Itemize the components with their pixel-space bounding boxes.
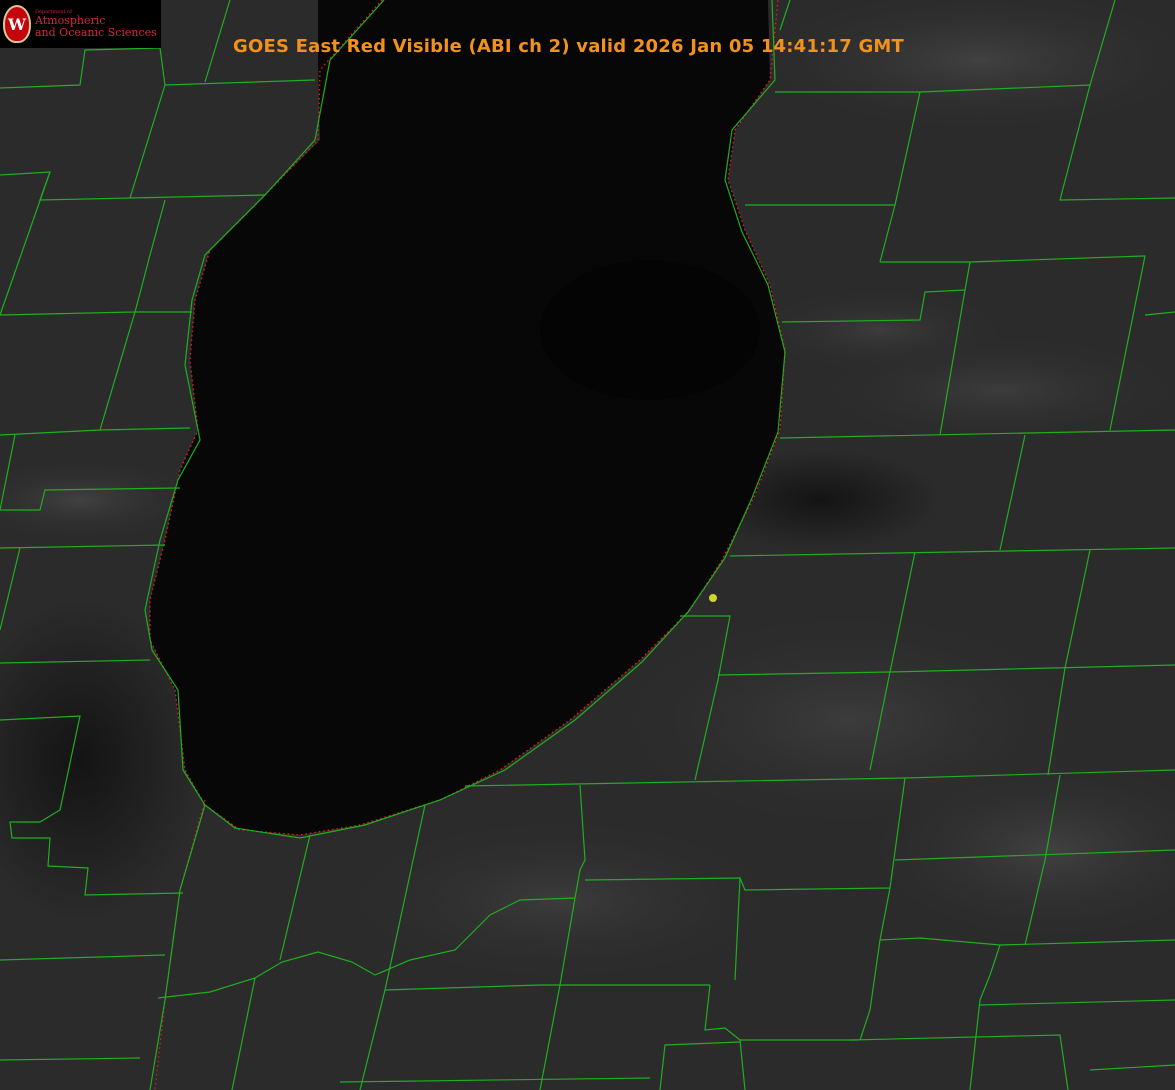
logo: W Department of Atmospheric and Oceanic … bbox=[0, 0, 161, 48]
logo-line-1: Atmospheric bbox=[35, 14, 106, 28]
logo-text: Department of Atmospheric and Oceanic Sc… bbox=[35, 9, 157, 39]
page-title: GOES East Red Visible (ABI ch 2) valid 2… bbox=[233, 36, 905, 57]
crest-letter: W bbox=[8, 14, 26, 34]
yellow-dot-marker bbox=[709, 594, 717, 602]
satellite-map bbox=[0, 0, 1175, 1090]
logo-line-2: and Oceanic Sciences bbox=[35, 25, 157, 39]
uw-crest-icon: W bbox=[3, 5, 31, 43]
